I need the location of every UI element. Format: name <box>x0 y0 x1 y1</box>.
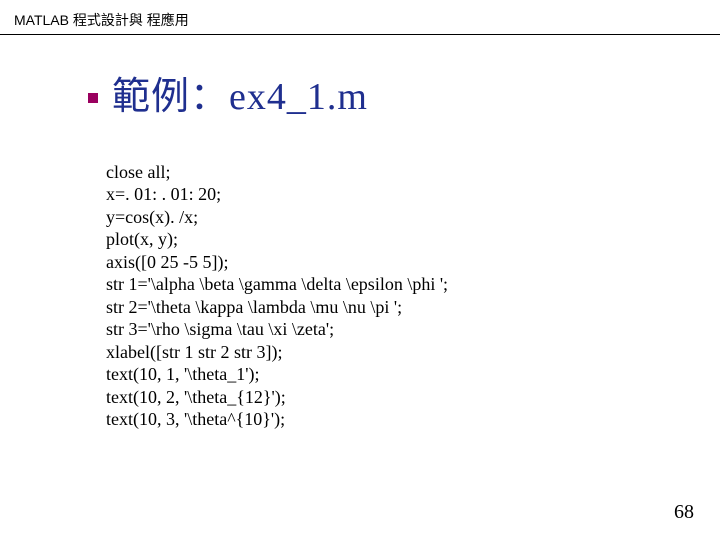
code-line: text(10, 2, '\theta_{12}'); <box>106 387 286 407</box>
code-line: x=. 01: . 01: 20; <box>106 184 221 204</box>
code-line: text(10, 3, '\theta^{10}'); <box>106 409 285 429</box>
code-line: y=cos(x). /x; <box>106 207 198 227</box>
code-line: str 2='\theta \kappa \lambda \mu \nu \pi… <box>106 297 402 317</box>
title-row: 範例：ex4_1.m <box>88 65 720 120</box>
page-number: 68 <box>674 501 694 524</box>
code-line: str 3='\rho \sigma \tau \xi \zeta'; <box>106 319 334 339</box>
code-block: close all; x=. 01: . 01: 20; y=cos(x). /… <box>106 138 720 431</box>
code-line: xlabel([str 1 str 2 str 3]); <box>106 342 282 362</box>
code-line: plot(x, y); <box>106 229 178 249</box>
code-line: text(10, 1, '\theta_1'); <box>106 364 259 384</box>
slide-title: 範例：ex4_1.m <box>112 65 368 120</box>
code-line: axis([0 25 -5 5]); <box>106 252 228 272</box>
page-header: MATLAB 程式設計與 程應用 <box>0 0 720 35</box>
code-line: close all; <box>106 162 170 182</box>
title-bullet-icon <box>88 93 98 103</box>
code-line: str 1='\alpha \beta \gamma \delta \epsil… <box>106 274 448 294</box>
